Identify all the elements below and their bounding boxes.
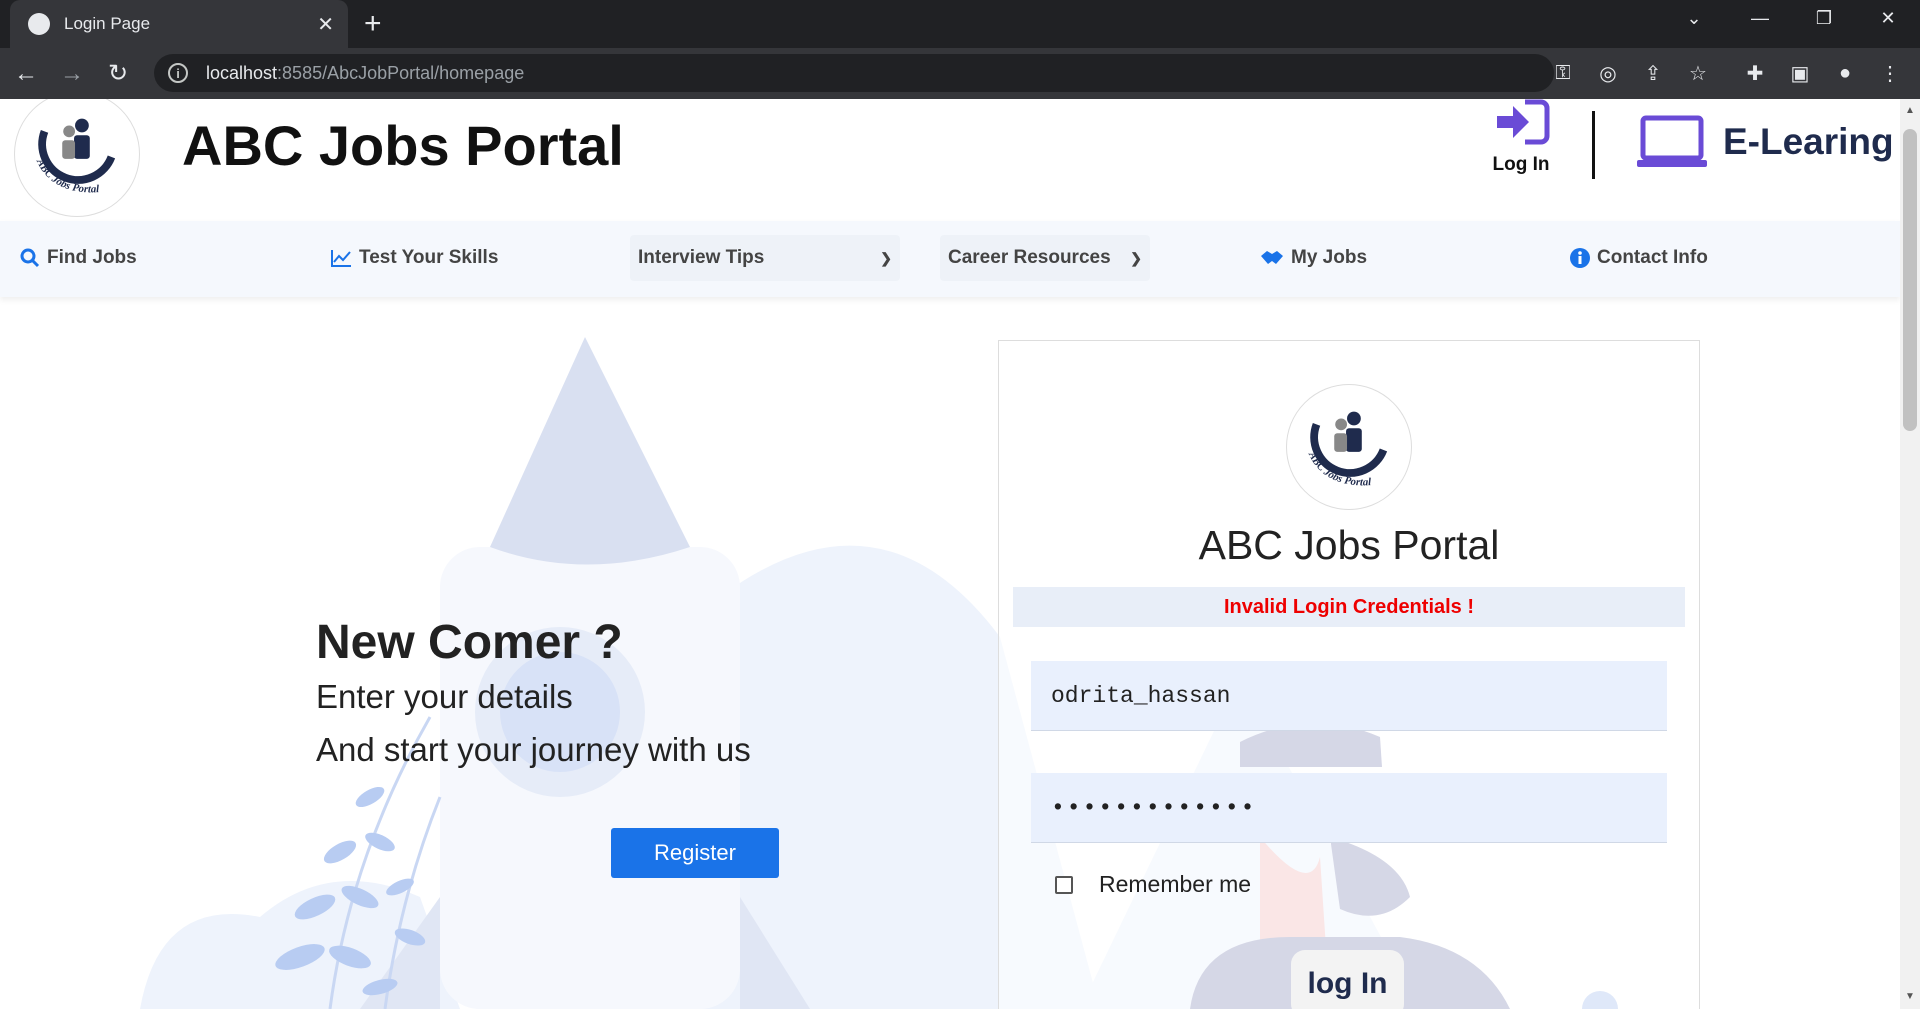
remember-me-checkbox[interactable] bbox=[1055, 875, 1073, 894]
info-circle-icon bbox=[1570, 248, 1590, 268]
side-panel-icon[interactable]: ▣ bbox=[1785, 58, 1815, 88]
header-divider bbox=[1592, 111, 1595, 179]
close-window-icon[interactable]: ✕ bbox=[1868, 8, 1908, 29]
scroll-down-icon[interactable]: ▼ bbox=[1900, 987, 1920, 1007]
favicon-icon bbox=[28, 13, 50, 35]
nav-interview-tips-dropdown[interactable]: Interview Tips ❯ bbox=[630, 235, 900, 281]
header-login-label: Log In bbox=[1492, 154, 1550, 175]
scrollbar-thumb[interactable] bbox=[1903, 129, 1917, 431]
back-icon[interactable]: ← bbox=[6, 54, 46, 94]
page-scrollbar[interactable]: ▲ ▼ bbox=[1900, 99, 1920, 1009]
register-button[interactable]: Register bbox=[611, 828, 779, 878]
restore-icon[interactable]: ❐ bbox=[1804, 8, 1844, 29]
login-icon bbox=[1497, 99, 1550, 145]
profile-icon[interactable]: ● bbox=[1830, 58, 1860, 88]
nav-contact-info-label: Contact Info bbox=[1597, 247, 1708, 268]
menu-icon[interactable]: ⋮ bbox=[1875, 58, 1905, 88]
nav-find-jobs[interactable]: Find Jobs bbox=[20, 247, 137, 269]
nav-test-skills-label: Test Your Skills bbox=[359, 247, 499, 268]
card-logo: ABC Jobs Portal bbox=[1286, 384, 1412, 510]
remember-me-row: Remember me bbox=[1055, 871, 1251, 898]
login-card: ABC Jobs Portal ABC Jobs Portal Invalid … bbox=[998, 340, 1700, 1009]
nav-career-resources-label: Career Resources bbox=[948, 247, 1111, 268]
share-icon[interactable]: ⇪ bbox=[1638, 58, 1668, 88]
extensions-icon[interactable]: ✚ bbox=[1740, 58, 1770, 88]
search-icon bbox=[20, 248, 40, 268]
nav-my-jobs-label: My Jobs bbox=[1291, 247, 1368, 268]
elearning-link[interactable]: E-Learing bbox=[1637, 115, 1894, 169]
browser-chrome: Login Page ✕ + ⌄ — ❐ ✕ ← → ↻ i localhost… bbox=[0, 0, 1920, 99]
chart-line-icon bbox=[330, 248, 352, 268]
error-alert: Invalid Login Credentials ! bbox=[1013, 587, 1685, 627]
site-header: ABC Jobs Portal ABC Jobs Portal Log In E… bbox=[0, 99, 1900, 219]
key-icon[interactable]: ⚿ bbox=[1548, 58, 1578, 88]
close-tab-icon[interactable]: ✕ bbox=[317, 12, 334, 37]
chevron-down-icon: ❯ bbox=[1130, 249, 1142, 266]
url-host: localhost bbox=[206, 62, 278, 83]
handshake-icon bbox=[1260, 248, 1284, 268]
nav-contact-info[interactable]: Contact Info bbox=[1570, 247, 1708, 269]
url-path: :8585/AbcJobPortal/homepage bbox=[277, 62, 525, 83]
remember-me-label: Remember me bbox=[1099, 871, 1252, 897]
main-nav: Find Jobs Test Your Skills Interview Tip… bbox=[0, 221, 1900, 297]
elearning-label: E-Learing bbox=[1723, 121, 1894, 162]
browser-tab[interactable]: Login Page ✕ bbox=[10, 0, 348, 48]
browser-toolbar: ← → ↻ i localhost:8585/AbcJobPortal/home… bbox=[0, 48, 1920, 99]
nav-test-skills[interactable]: Test Your Skills bbox=[330, 247, 498, 269]
eye-off-icon[interactable]: ◎ bbox=[1593, 58, 1623, 88]
header-login-link[interactable]: Log In bbox=[1486, 99, 1556, 176]
chevron-down-icon: ❯ bbox=[880, 249, 892, 266]
reload-icon[interactable]: ↻ bbox=[98, 54, 138, 94]
nav-interview-tips-label: Interview Tips bbox=[638, 247, 765, 268]
site-info-icon[interactable]: i bbox=[168, 63, 188, 83]
password-field[interactable] bbox=[1031, 773, 1667, 843]
new-tab-button[interactable]: + bbox=[364, 6, 382, 42]
hero-heading: New Comer ? bbox=[316, 616, 623, 669]
tab-search-icon[interactable]: ⌄ bbox=[1674, 8, 1714, 29]
hero-line-2: And start your journey with us bbox=[316, 731, 751, 768]
login-submit-button[interactable]: log In bbox=[1291, 950, 1404, 1009]
site-title: ABC Jobs Portal bbox=[182, 114, 624, 177]
site-logo[interactable]: ABC Jobs Portal bbox=[14, 99, 140, 217]
nav-career-resources-dropdown[interactable]: Career Resources ❯ bbox=[940, 235, 1150, 281]
main-content: New Comer ? Enter your details And start… bbox=[0, 297, 1900, 1009]
tab-title: Login Page bbox=[64, 14, 151, 33]
minimize-icon[interactable]: — bbox=[1740, 8, 1780, 29]
star-icon[interactable]: ☆ bbox=[1683, 58, 1713, 88]
address-bar[interactable]: i localhost:8585/AbcJobPortal/homepage bbox=[154, 54, 1554, 92]
hero-line-1: Enter your details bbox=[316, 678, 573, 715]
forward-icon[interactable]: → bbox=[52, 54, 92, 94]
laptop-icon bbox=[1637, 115, 1707, 167]
nav-find-jobs-label: Find Jobs bbox=[47, 247, 137, 268]
page-viewport: ABC Jobs Portal ABC Jobs Portal Log In E… bbox=[0, 99, 1900, 1009]
card-title: ABC Jobs Portal bbox=[1198, 522, 1500, 568]
username-field[interactable] bbox=[1031, 661, 1667, 731]
nav-my-jobs[interactable]: My Jobs bbox=[1260, 247, 1367, 269]
scroll-up-icon[interactable]: ▲ bbox=[1900, 101, 1920, 121]
